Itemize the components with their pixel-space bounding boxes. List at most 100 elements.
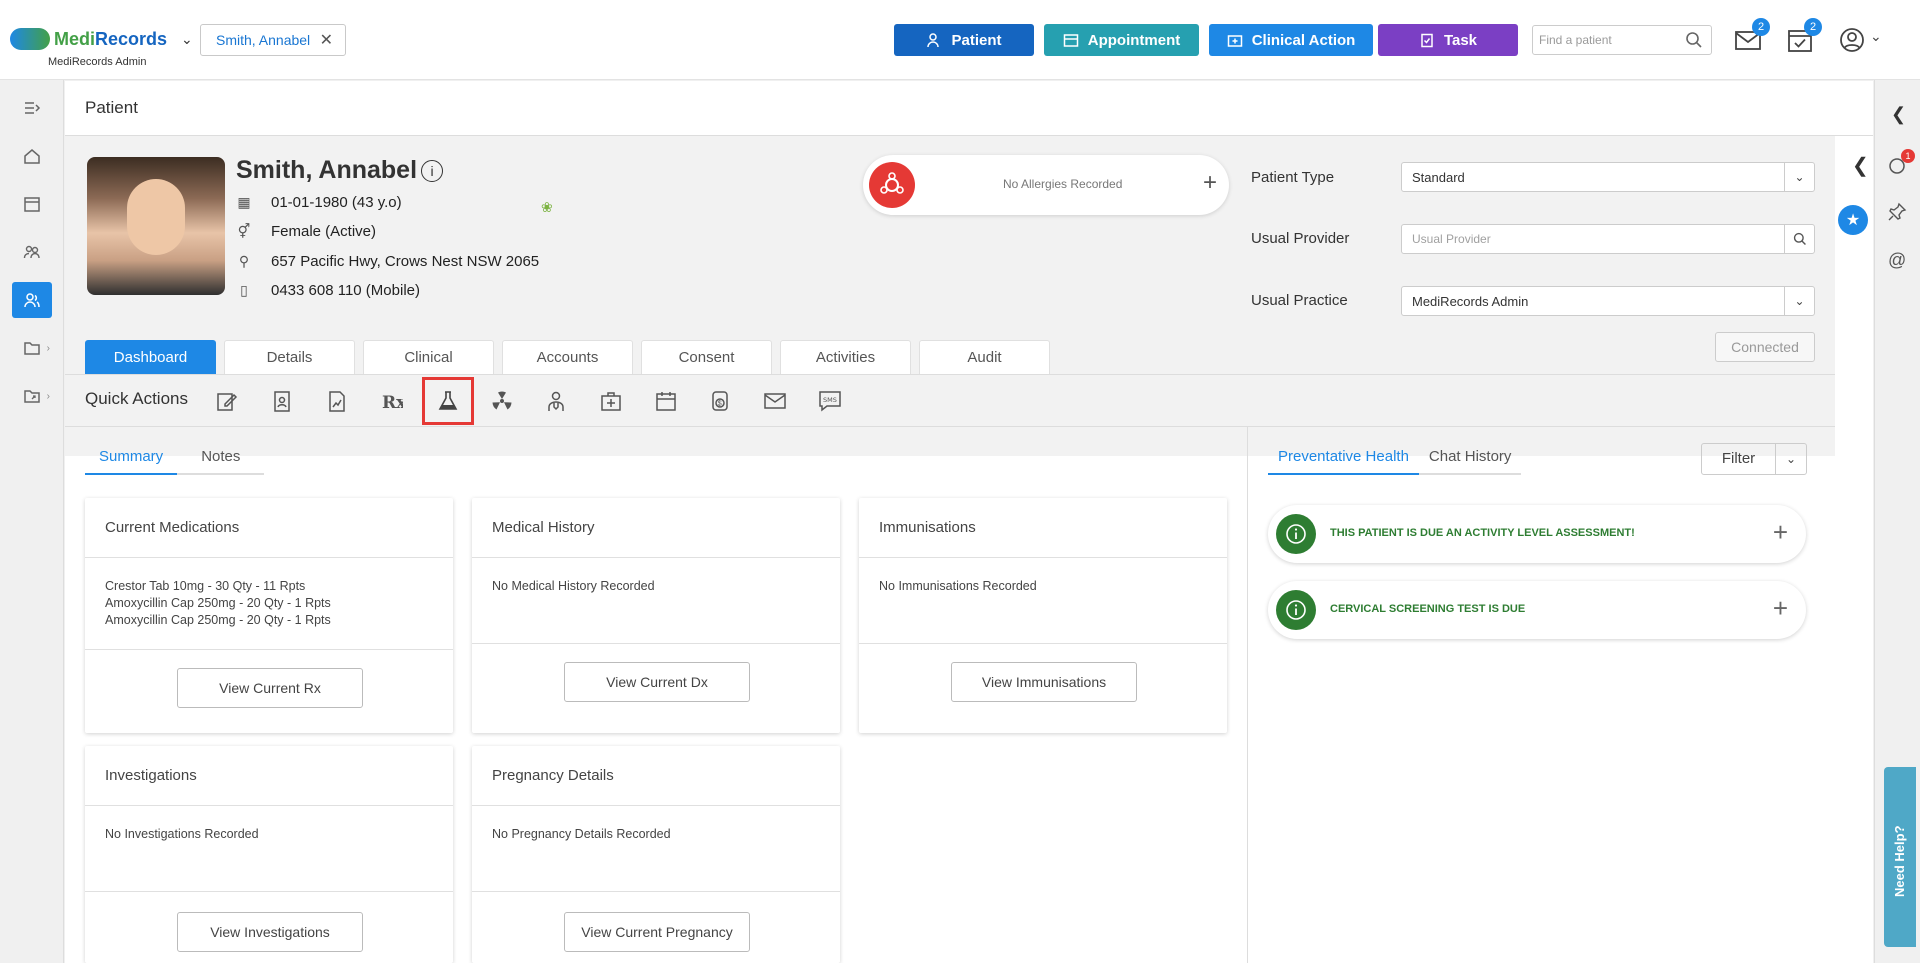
filter-label[interactable]: Filter [1702,444,1776,474]
tab-consent[interactable]: Consent [641,340,772,374]
view-current-rx-button[interactable]: View Current Rx [177,668,363,708]
chevron-down-icon[interactable]: ⌄ [181,31,193,48]
tag-icon[interactable]: ★ [1838,205,1868,235]
chevron-left-icon[interactable]: ❮ [1891,104,1906,125]
folder-icon[interactable]: › [12,330,52,366]
filter-dropdown[interactable]: Filter ⌄ [1701,443,1807,475]
sms-icon[interactable]: SMS [811,382,849,420]
user-menu[interactable]: ⌄ [1838,26,1884,54]
view-current-dx-button[interactable]: View Current Dx [564,662,750,702]
medications-list: Crestor Tab 10mg - 30 Qty - 11 Rpts Amox… [85,558,453,650]
tasks-button[interactable]: 2 [1786,18,1822,54]
chevron-down-icon[interactable]: ⌄ [1784,163,1814,191]
birthday-cake-icon: ▦ [237,194,251,210]
chevron-down-icon[interactable]: ⌄ [1784,287,1814,315]
patient-type-select[interactable]: Standard ⌄ [1401,162,1815,192]
close-icon[interactable]: ✕ [320,30,333,50]
calendar-icon [1063,34,1078,47]
home-icon[interactable] [12,138,52,174]
id-badge-icon[interactable] [263,382,301,420]
mail-button[interactable]: 2 [1734,18,1770,54]
patient-search-input[interactable]: Find a patient [1532,25,1712,55]
edit-note-icon[interactable] [208,382,246,420]
person-add-icon [927,33,940,48]
open-patient-name[interactable]: Smith, Annabel [216,32,310,48]
view-immunisations-button[interactable]: View Immunisations [951,662,1137,702]
list-item: Amoxycillin Cap 250mg - 20 Qty - 1 Rpts [105,613,331,627]
folder-export-icon[interactable]: › [12,378,52,414]
patient-icon[interactable] [12,282,52,318]
lab-flask-icon[interactable] [422,377,474,425]
info-icon[interactable]: i [421,160,443,182]
document-chart-icon[interactable] [318,382,356,420]
new-patient-button[interactable]: Patient [894,24,1034,56]
practice-name: MediRecords Admin [48,56,147,68]
add-allergy-icon[interactable]: + [1203,169,1217,197]
usual-practice-label: Usual Practice [1251,292,1348,309]
view-current-pregnancy-button[interactable]: View Current Pregnancy [564,912,750,952]
chat-count-badge: 1 [1901,149,1915,163]
chevron-down-icon[interactable]: ⌄ [1776,452,1806,466]
calendar-icon[interactable] [12,186,52,222]
patient-type-label: Patient Type [1251,169,1335,186]
new-clinical-action-button[interactable]: Clinical Action [1209,24,1373,56]
connected-button[interactable]: Connected [1715,332,1815,362]
immunisations-card: Immunisations No Immunisations Recorded … [859,498,1227,733]
tab-details[interactable]: Details [224,340,355,374]
usual-provider-input[interactable]: Usual Provider [1401,224,1815,254]
leaf-icon[interactable]: ❀ [541,199,553,216]
expand-menu-icon[interactable] [12,90,52,126]
calendar-icon[interactable] [647,382,685,420]
patient-photo[interactable] [87,157,225,295]
svg-text:SMS: SMS [823,396,837,404]
tab-activities[interactable]: Activities [780,340,911,374]
chevron-right-icon: › [46,342,50,354]
subtab-notes[interactable]: Notes [177,439,265,475]
tab-preventative-health[interactable]: Preventative Health [1268,439,1419,475]
current-medications-card: Current Medications Crestor Tab 10mg - 3… [85,498,453,733]
search-icon[interactable] [1685,31,1703,49]
medical-history-card: Medical History No Medical History Recor… [472,498,840,733]
mention-icon[interactable]: @ [1888,250,1906,271]
need-help-tab[interactable]: Need Help? [1884,767,1916,947]
usual-provider-placeholder: Usual Provider [1412,232,1491,246]
need-help-label: Need Help? [1892,825,1907,897]
search-icon[interactable] [1784,225,1814,253]
patients-group-icon[interactable] [12,234,52,270]
card-title: Investigations [85,746,453,806]
pin-icon[interactable] [1887,202,1907,227]
preventative-alert: THIS PATIENT IS DUE AN ACTIVITY LEVEL AS… [1268,505,1806,563]
tab-chat-history[interactable]: Chat History [1418,439,1522,475]
subtab-summary[interactable]: Summary [85,439,178,475]
doctor-icon[interactable] [537,382,575,420]
app-logo[interactable]: MediRecords ⌄ [10,28,193,50]
billing-icon[interactable]: $ [701,382,739,420]
tab-accounts[interactable]: Accounts [502,340,633,374]
mail-icon[interactable] [756,382,794,420]
medical-kit-icon[interactable] [592,382,630,420]
patient-face [127,179,185,255]
tab-audit[interactable]: Audit [919,340,1050,374]
usual-practice-select[interactable]: MediRecords Admin ⌄ [1401,286,1815,316]
preventative-alert: CERVICAL SCREENING TEST IS DUE + [1268,581,1806,639]
user-avatar-icon [1840,28,1864,52]
tab-clinical[interactable]: Clinical [363,340,494,374]
view-investigations-button[interactable]: View Investigations [177,912,363,952]
rx-icon[interactable]: Rx [372,382,410,420]
patient-tabs: Dashboard Details Clinical Accounts Cons… [85,340,1050,374]
mobile-phone-icon: ▯ [240,282,248,298]
mail-count-badge: 2 [1752,18,1770,36]
add-icon[interactable]: + [1773,593,1788,624]
new-task-button[interactable]: Task [1378,24,1518,56]
top-bar: MediRecords ⌄ MediRecords Admin Smith, A… [0,0,1920,80]
radiation-icon[interactable] [483,382,521,420]
card-body-text: No Medical History Recorded [472,558,840,644]
new-appointment-button[interactable]: Appointment [1044,24,1199,56]
biohazard-icon [869,162,915,208]
tab-dashboard[interactable]: Dashboard [85,340,216,374]
chat-icon[interactable]: 1 [1887,149,1915,177]
location-pin-icon: ⚲ [238,253,250,269]
open-patient-tag[interactable]: Smith, Annabel ✕ [200,24,346,56]
add-icon[interactable]: + [1773,517,1788,548]
collapse-panel-icon[interactable]: ❮ [1852,153,1869,178]
